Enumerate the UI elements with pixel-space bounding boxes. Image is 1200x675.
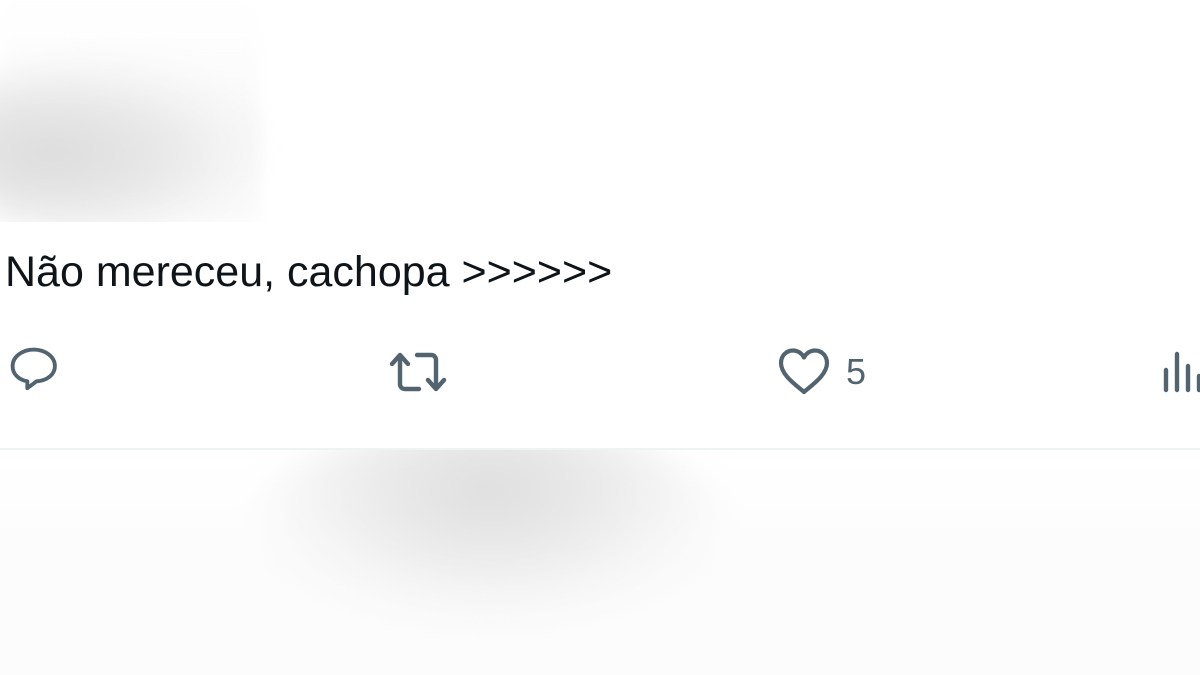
heart-icon (778, 348, 830, 395)
views-button[interactable] (1160, 344, 1200, 400)
blurred-next-post-area (260, 420, 720, 620)
tweet-card[interactable]: Não mereceu, cachopa >>>>>> 5 (0, 222, 1200, 450)
tweet-text: Não mereceu, cachopa >>>>>> (5, 248, 613, 296)
retweet-button[interactable] (386, 344, 464, 400)
views-icon (1163, 351, 1200, 393)
screenshot-canvas: Não mereceu, cachopa >>>>>> 5 (0, 0, 1200, 675)
tweet-action-bar: 5 (0, 344, 1200, 400)
reply-icon (10, 347, 57, 391)
retweet-icon (389, 352, 447, 392)
like-count: 5 (846, 351, 867, 392)
reply-button[interactable] (6, 344, 76, 400)
like-button[interactable]: 5 (776, 344, 866, 400)
